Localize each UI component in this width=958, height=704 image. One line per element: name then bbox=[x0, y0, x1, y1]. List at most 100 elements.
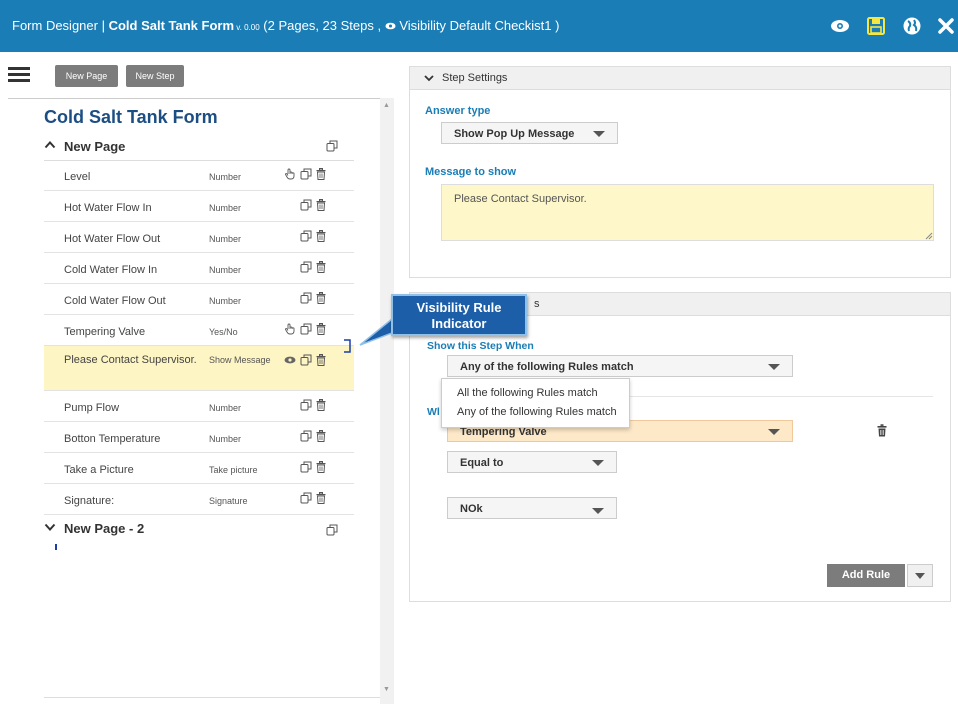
caret-down-icon bbox=[592, 508, 604, 514]
trash-icon[interactable] bbox=[316, 230, 328, 242]
step-name: Take a Picture bbox=[64, 464, 134, 476]
copy-icon[interactable] bbox=[300, 199, 312, 211]
message-textarea[interactable]: Please Contact Supervisor. bbox=[441, 184, 934, 241]
step-actions bbox=[284, 430, 340, 444]
when-label: Wl bbox=[427, 406, 440, 418]
rule-hand-icon[interactable] bbox=[284, 323, 296, 335]
trash-icon[interactable] bbox=[316, 354, 328, 366]
page-label: New Page bbox=[64, 139, 126, 154]
form-title: Cold Salt Tank Form bbox=[44, 107, 218, 127]
dropdown-option[interactable]: Any of the following Rules match bbox=[457, 406, 617, 418]
select-value: NOk bbox=[460, 503, 483, 515]
caret-down-icon bbox=[592, 460, 604, 466]
copy-icon[interactable] bbox=[300, 399, 312, 411]
step-row[interactable]: Cold Water Flow In Number bbox=[44, 253, 354, 284]
chevron-up-icon[interactable] bbox=[44, 139, 56, 151]
step-row[interactable]: Signature: Signature bbox=[44, 484, 354, 515]
copy-icon[interactable] bbox=[326, 524, 338, 536]
copy-icon[interactable] bbox=[300, 230, 312, 242]
step-type: Take picture bbox=[209, 465, 258, 475]
rule-hand-icon[interactable] bbox=[284, 168, 296, 180]
step-row[interactable]: Botton Temperature Number bbox=[44, 422, 354, 453]
copy-icon[interactable] bbox=[300, 292, 312, 304]
chevron-down-icon[interactable] bbox=[424, 73, 434, 83]
copy-icon[interactable] bbox=[300, 492, 312, 504]
resize-handle-icon[interactable] bbox=[925, 232, 933, 240]
step-name: Pump Flow bbox=[64, 402, 120, 414]
add-rule-button[interactable]: Add Rule bbox=[827, 564, 905, 587]
callout-line-1: Visibility Rule bbox=[416, 300, 502, 315]
step-settings-header[interactable]: Step Settings bbox=[410, 67, 950, 90]
visibility-label: Visibility Default Checkist1 ) bbox=[395, 18, 560, 33]
answer-type-select[interactable]: Show Pop Up Message bbox=[441, 122, 618, 144]
copy-icon[interactable] bbox=[300, 261, 312, 273]
copy-icon[interactable] bbox=[326, 140, 338, 152]
close-icon[interactable] bbox=[936, 16, 956, 36]
step-row[interactable]: Hot Water Flow Out Number bbox=[44, 222, 354, 253]
trash-icon[interactable] bbox=[316, 461, 328, 473]
trash-icon[interactable] bbox=[316, 323, 328, 335]
add-rule-dropdown-button[interactable] bbox=[907, 564, 933, 587]
step-row[interactable]: Pump Flow Number bbox=[44, 391, 354, 422]
step-row[interactable]: Level Number bbox=[44, 160, 354, 191]
rule-value-select[interactable]: NOk bbox=[447, 497, 617, 519]
copy-icon[interactable] bbox=[300, 168, 312, 180]
eye-icon[interactable] bbox=[830, 16, 850, 36]
trash-icon[interactable] bbox=[316, 399, 328, 411]
visibility-rule-callout: Visibility Rule Indicator bbox=[391, 294, 527, 336]
step-type: Number bbox=[209, 434, 242, 444]
scrollbar[interactable]: ▲ ▼ bbox=[380, 98, 394, 704]
copy-icon[interactable] bbox=[300, 461, 312, 473]
dropdown-option[interactable]: All the following Rules match bbox=[457, 387, 598, 399]
trash-icon[interactable] bbox=[316, 261, 328, 273]
step-type: Yes/No bbox=[209, 327, 238, 337]
step-row[interactable]: Hot Water Flow In Number bbox=[44, 191, 354, 222]
new-step-button[interactable]: New Step bbox=[126, 65, 184, 87]
copy-icon[interactable] bbox=[300, 323, 312, 335]
step-type: Number bbox=[209, 172, 242, 182]
step-type: Number bbox=[209, 265, 242, 275]
globe-icon[interactable] bbox=[902, 16, 922, 36]
caret-down-icon bbox=[768, 429, 780, 435]
step-actions bbox=[284, 230, 340, 244]
chevron-down-icon[interactable] bbox=[44, 521, 56, 533]
trash-icon[interactable] bbox=[316, 199, 328, 211]
trash-icon[interactable] bbox=[316, 168, 328, 180]
trash-icon[interactable] bbox=[316, 492, 328, 504]
step-type: Number bbox=[209, 403, 242, 413]
form-name: Cold Salt Tank Form bbox=[108, 18, 235, 33]
copy-icon[interactable] bbox=[300, 354, 312, 366]
page-header-1[interactable]: New Page bbox=[44, 134, 354, 161]
step-row[interactable]: Please Contact Supervisor. Show Message bbox=[44, 346, 354, 391]
step-row[interactable]: Tempering Valve Yes/No bbox=[44, 315, 354, 346]
step-list: Level Number Hot Water Flow In Number Hot Wa… bbox=[44, 160, 354, 515]
scroll-up-icon[interactable]: ▲ bbox=[383, 102, 390, 109]
trash-icon[interactable] bbox=[316, 430, 328, 442]
answer-type-label: Answer type bbox=[425, 105, 491, 117]
window-title: Form Designer | Cold Salt Tank Form v. 0… bbox=[12, 18, 559, 33]
step-actions bbox=[284, 399, 340, 413]
caret-down-icon bbox=[915, 573, 925, 579]
step-actions bbox=[284, 461, 340, 475]
trash-icon[interactable] bbox=[316, 292, 328, 304]
save-icon[interactable] bbox=[866, 16, 886, 36]
copy-icon[interactable] bbox=[300, 430, 312, 442]
visibility-eye-icon[interactable] bbox=[284, 354, 296, 366]
step-actions bbox=[284, 261, 340, 275]
match-select[interactable]: Any of the following Rules match bbox=[447, 355, 793, 377]
page-header-2[interactable]: New Page - 2 bbox=[44, 516, 354, 542]
step-row[interactable]: Cold Water Flow Out Number bbox=[44, 284, 354, 315]
step-actions bbox=[284, 492, 340, 506]
rule-operator-select[interactable]: Equal to bbox=[447, 451, 617, 473]
visibility-card: s bbox=[409, 292, 951, 602]
new-page-button[interactable]: New Page bbox=[55, 65, 118, 87]
step-row[interactable]: Take a Picture Take picture bbox=[44, 453, 354, 484]
trash-icon[interactable] bbox=[877, 424, 887, 437]
step-actions bbox=[284, 292, 340, 306]
caret-down-icon bbox=[768, 364, 780, 370]
select-value: Show Pop Up Message bbox=[454, 128, 575, 140]
scroll-down-icon[interactable]: ▼ bbox=[383, 686, 390, 693]
caret-down-icon bbox=[593, 131, 605, 137]
menu-icon[interactable] bbox=[8, 67, 30, 83]
drop-marker bbox=[55, 544, 57, 550]
